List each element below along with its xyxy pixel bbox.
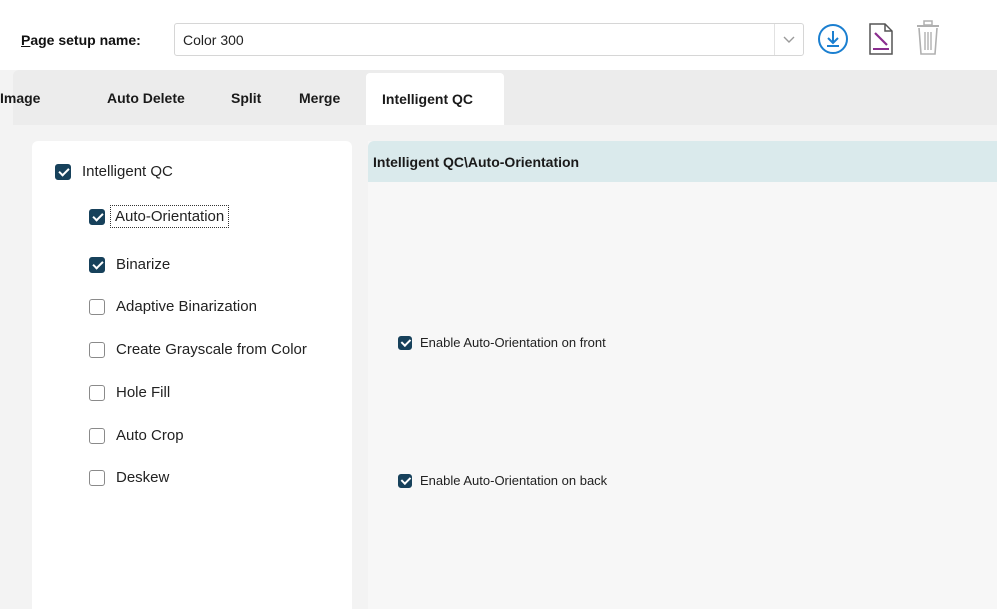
tab-merge[interactable]: Merge bbox=[299, 90, 340, 106]
tree-item-auto-orientation[interactable]: Auto-Orientation bbox=[89, 205, 230, 228]
tab-auto-delete[interactable]: Auto Delete bbox=[107, 90, 185, 106]
tab-intelligent-qc[interactable]: Intelligent QC bbox=[366, 73, 504, 125]
enable-back-checkbox[interactable] bbox=[398, 473, 412, 488]
option-enable-back[interactable]: Enable Auto-Orientation on back bbox=[398, 473, 607, 488]
tree-item-hole-fill[interactable]: Hole Fill bbox=[89, 384, 170, 401]
tree-item-label: Deskew bbox=[116, 469, 170, 486]
dropdown-button[interactable] bbox=[774, 24, 803, 55]
create-grayscale-checkbox[interactable] bbox=[89, 341, 105, 358]
tree-item-label: Adaptive Binarization bbox=[116, 298, 257, 315]
detail-panel: Intelligent QC\Auto-Orientation Enable A… bbox=[368, 141, 997, 609]
tree-item-auto-crop[interactable]: Auto Crop bbox=[89, 427, 184, 444]
page-setup-bar: Page setup name: Color 300 bbox=[0, 0, 997, 70]
trash-icon bbox=[917, 20, 939, 55]
intelligent-qc-checkbox[interactable] bbox=[55, 163, 71, 180]
enable-front-checkbox[interactable] bbox=[398, 335, 412, 350]
tree-item-label: Binarize bbox=[116, 256, 171, 273]
detail-header: Intelligent QC\Auto-Orientation bbox=[368, 141, 997, 182]
delete-setup-button[interactable] bbox=[912, 18, 944, 58]
detail-title: Intelligent QC\Auto-Orientation bbox=[373, 153, 580, 170]
option-label: Enable Auto-Orientation on back bbox=[420, 473, 608, 488]
tree-item-intelligent-qc[interactable]: Intelligent QC bbox=[55, 163, 173, 180]
option-label: Enable Auto-Orientation on front bbox=[420, 335, 606, 350]
auto-crop-checkbox[interactable] bbox=[89, 427, 105, 444]
page-setup-name-label: Page setup name: bbox=[21, 32, 141, 48]
chevron-down-icon bbox=[783, 36, 795, 43]
tab-image[interactable]: Image bbox=[0, 90, 40, 106]
tree-item-label: Auto-Orientation bbox=[110, 205, 230, 228]
page-setup-name-value: Color 300 bbox=[183, 32, 244, 48]
tree-item-label: Auto Crop bbox=[116, 427, 184, 444]
feature-tree-panel: Intelligent QC Auto-Orientation Binarize… bbox=[32, 141, 352, 609]
edit-setup-button[interactable] bbox=[864, 20, 898, 58]
binarize-checkbox[interactable] bbox=[89, 256, 105, 273]
tree-item-deskew[interactable]: Deskew bbox=[89, 469, 169, 486]
edit-document-icon bbox=[869, 23, 893, 55]
tab-bar: Image Auto Delete Split Merge Intelligen… bbox=[0, 70, 997, 125]
option-enable-front[interactable]: Enable Auto-Orientation on front bbox=[398, 335, 606, 350]
tree-item-label: Create Grayscale from Color bbox=[116, 341, 307, 358]
auto-orientation-checkbox[interactable] bbox=[89, 208, 105, 225]
tree-item-adaptive-binarization[interactable]: Adaptive Binarization bbox=[89, 298, 257, 315]
adaptive-binarization-checkbox[interactable] bbox=[89, 298, 105, 315]
hole-fill-checkbox[interactable] bbox=[89, 384, 105, 401]
page-setup-name-combo[interactable]: Color 300 bbox=[174, 23, 804, 56]
download-circle-icon bbox=[818, 24, 848, 54]
tree-item-label: Intelligent QC bbox=[82, 163, 173, 180]
save-setup-button[interactable] bbox=[816, 22, 850, 56]
tab-split[interactable]: Split bbox=[231, 90, 261, 106]
deskew-checkbox[interactable] bbox=[89, 469, 105, 486]
tree-item-binarize[interactable]: Binarize bbox=[89, 256, 170, 273]
tree-item-label: Hole Fill bbox=[116, 384, 171, 401]
tree-item-create-grayscale[interactable]: Create Grayscale from Color bbox=[89, 341, 307, 358]
